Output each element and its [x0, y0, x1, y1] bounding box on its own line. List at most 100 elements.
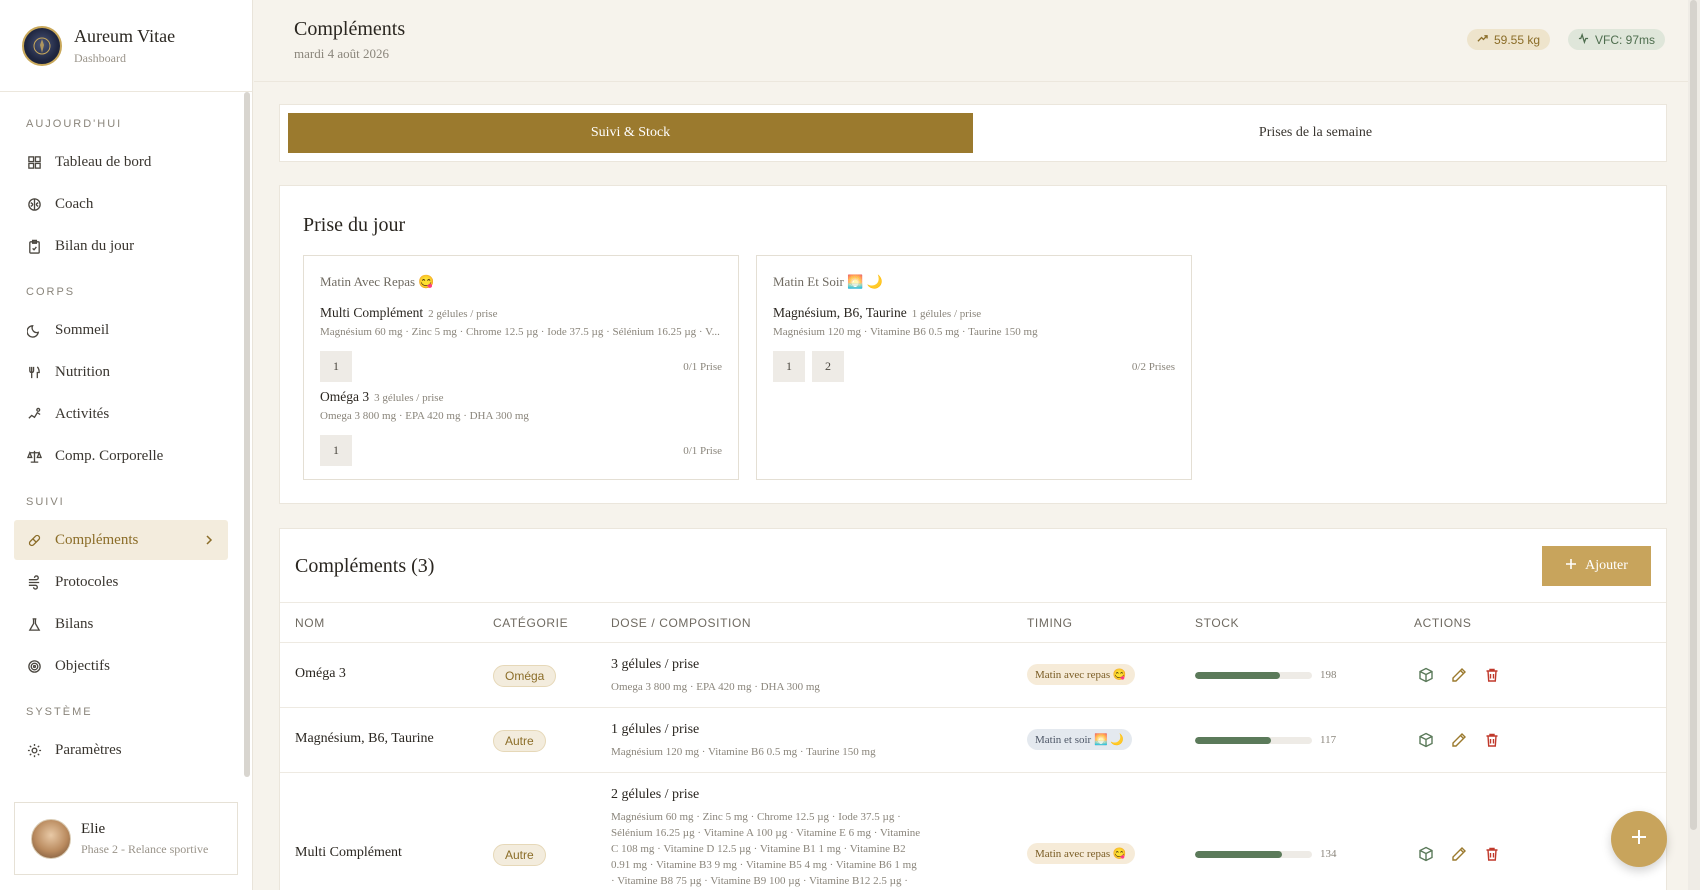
main-scrollbar-thumb[interactable] — [1690, 0, 1697, 830]
category-badge: Oméga — [493, 665, 557, 687]
page-date: mardi 4 août 2026 — [294, 46, 389, 61]
nav-section-today: Aujourd'hui — [26, 118, 123, 130]
sidebar-item-nutrition[interactable]: Nutrition — [14, 352, 228, 392]
gear-icon — [26, 742, 42, 758]
pill-icon — [26, 532, 42, 548]
dose-cell: 3 gélules / prise Omega 3 800 mg · EPA 4… — [611, 657, 921, 695]
user-card[interactable]: Elie Phase 2 - Relance sportive — [14, 802, 238, 875]
tab-weekly-intakes[interactable]: Prises de la semaine — [973, 113, 1658, 153]
row-actions — [1418, 846, 1500, 862]
weight-value: 59.55 kg — [1494, 32, 1541, 47]
stock-bar — [1195, 736, 1312, 744]
dose-composition: Magnésium 120 mg · Vitamine B6 0.5 mg · … — [611, 746, 876, 758]
supplement-composition: Magnésium 60 mg · Zinc 5 mg · Chrome 12.… — [320, 326, 720, 338]
dose-cell: 2 gélules / prise Magnésium 60 mg · Zinc… — [611, 787, 921, 890]
page-header: Compléments mardi 4 août 2026 59.55 kg V… — [254, 0, 1700, 82]
daily-intake-title: Prise du jour — [303, 214, 406, 236]
moon-icon — [26, 322, 42, 338]
restock-box-icon[interactable] — [1418, 667, 1434, 683]
floating-add-button[interactable] — [1611, 811, 1667, 867]
stock-count: 134 — [1320, 848, 1337, 860]
sidebar-item-activities[interactable]: Activités — [14, 394, 228, 434]
sidebar-item-label: Nutrition — [55, 363, 110, 380]
sidebar-nav: Aujourd'hui Tableau de bord Coach Bilan … — [0, 92, 252, 770]
activity-icon — [26, 406, 42, 422]
table-row[interactable]: Magnésium, B6, Taurine Autre 1 gélules /… — [280, 708, 1666, 773]
sidebar-item-settings[interactable]: Paramètres — [14, 730, 228, 770]
stock-count: 198 — [1320, 669, 1337, 681]
slot-supplement: Multi Complément 2 gélules / prise Magnés… — [320, 304, 722, 382]
table-header: NOM CATÉGORIE DOSE / COMPOSITION TIMING … — [280, 602, 1666, 643]
restock-box-icon[interactable] — [1418, 846, 1434, 862]
dose-button[interactable]: 1 — [320, 435, 352, 466]
dose-button[interactable]: 1 — [773, 351, 805, 382]
brand[interactable]: Aureum Vitae Dashboard — [0, 0, 252, 92]
pulse-icon — [1578, 32, 1589, 47]
view-tabs: Suivi & Stock Prises de la semaine — [279, 104, 1667, 162]
supplements-list-card: Compléments (3) Ajouter NOM CATÉGORIE DO… — [279, 528, 1667, 890]
sidebar-item-goals[interactable]: Objectifs — [14, 646, 228, 686]
supplement-dose: 1 gélules / prise — [911, 308, 982, 320]
sidebar-item-label: Bilan du jour — [55, 237, 135, 254]
main-scrollbar[interactable] — [1688, 0, 1700, 890]
weight-badge: 59.55 kg — [1467, 29, 1551, 50]
intake-slot: Matin Et Soir 🌅 🌙 Magnésium, B6, Taurine… — [756, 255, 1192, 480]
sidebar-item-coach[interactable]: Coach — [14, 184, 228, 224]
delete-trash-icon[interactable] — [1484, 667, 1500, 683]
stock-cell: 198 — [1195, 669, 1355, 681]
delete-trash-icon[interactable] — [1484, 732, 1500, 748]
category-badge: Autre — [493, 844, 546, 866]
sidebar-item-label: Sommeil — [55, 321, 110, 338]
user-name: Elie — [81, 820, 106, 837]
main-content: Compléments mardi 4 août 2026 59.55 kg V… — [254, 0, 1700, 890]
nav-section-system: Système — [26, 706, 93, 718]
nav-section-tracking: Suivi — [26, 496, 65, 508]
supplement-dose: 3 gélules / prise — [374, 392, 444, 404]
daily-intake-card: Prise du jour Matin Avec Repas 😋 Multi C… — [279, 185, 1667, 504]
sidebar-item-dashboard[interactable]: Tableau de bord — [14, 142, 228, 182]
stock-cell: 134 — [1195, 848, 1355, 860]
column-header: TIMING — [1027, 616, 1073, 630]
column-header: DOSE / COMPOSITION — [611, 616, 752, 630]
wind-icon — [26, 574, 42, 590]
dose-main: 2 gélules / prise — [611, 787, 700, 802]
add-supplement-button[interactable]: Ajouter — [1542, 546, 1651, 586]
add-button-label: Ajouter — [1585, 558, 1628, 573]
sidebar-item-daily-report[interactable]: Bilan du jour — [14, 226, 228, 266]
intake-slot: Matin Avec Repas 😋 Multi Complément 2 gél… — [303, 255, 739, 480]
delete-trash-icon[interactable] — [1484, 846, 1500, 862]
dose-composition: Magnésium 60 mg · Zinc 5 mg · Chrome 12.… — [611, 811, 921, 887]
sidebar-item-label: Bilans — [55, 615, 94, 632]
sidebar-item-supplements[interactable]: Compléments — [14, 520, 228, 560]
dose-button[interactable]: 2 — [812, 351, 844, 382]
tab-tracking-stock[interactable]: Suivi & Stock — [288, 113, 973, 153]
sidebar-item-body-composition[interactable]: Comp. Corporelle — [14, 436, 228, 476]
sidebar-scrollbar[interactable] — [244, 92, 250, 777]
dose-main: 3 gélules / prise — [611, 657, 700, 672]
table-row[interactable]: Oméga 3 Oméga 3 gélules / prise Omega 3 … — [280, 643, 1666, 708]
sidebar-item-reports[interactable]: Bilans — [14, 604, 228, 644]
scale-icon — [26, 448, 42, 464]
dose-status: 0/1 Prise — [683, 444, 722, 457]
stock-bar — [1195, 671, 1312, 679]
category-badge: Autre — [493, 730, 546, 752]
sidebar-item-protocols[interactable]: Protocoles — [14, 562, 228, 602]
sidebar-item-label: Paramètres — [55, 741, 122, 758]
stock-bar-fill — [1195, 736, 1272, 744]
sidebar-item-sleep[interactable]: Sommeil — [14, 310, 228, 350]
edit-pencil-icon[interactable] — [1451, 667, 1467, 683]
sidebar-item-label: Activités — [55, 405, 110, 422]
clipboard-icon — [26, 238, 42, 254]
timing-badge: Matin avec repas 😋 — [1027, 843, 1135, 864]
brain-icon — [26, 196, 42, 212]
table-row[interactable]: Multi Complément Autre 2 gélules / prise… — [280, 773, 1666, 890]
plus-icon — [1565, 558, 1577, 575]
target-icon — [26, 658, 42, 674]
edit-pencil-icon[interactable] — [1451, 732, 1467, 748]
flask-icon — [26, 616, 42, 632]
edit-pencil-icon[interactable] — [1451, 846, 1467, 862]
column-header: CATÉGORIE — [493, 616, 569, 630]
sidebar-item-label: Compléments — [55, 531, 139, 548]
restock-box-icon[interactable] — [1418, 732, 1434, 748]
dose-button[interactable]: 1 — [320, 351, 352, 382]
